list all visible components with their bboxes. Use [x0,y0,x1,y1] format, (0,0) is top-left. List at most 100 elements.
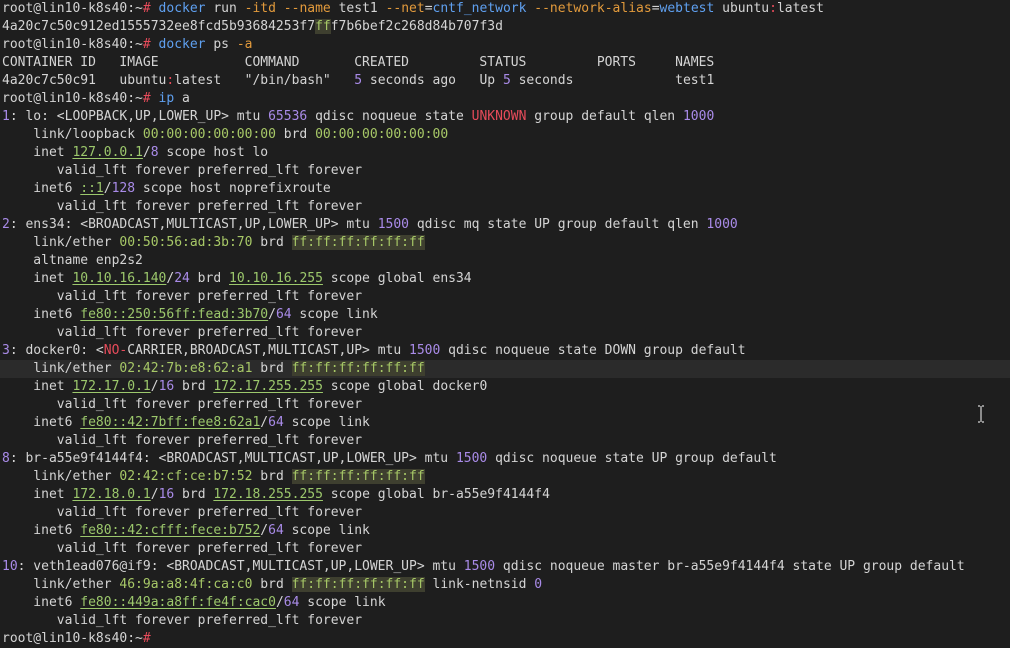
terminal-text: ff:ff:ff:ff:ff:ff [291,577,425,592]
i-beam-cursor-icon [978,405,984,423]
terminal-text: CARRIER,BROADCAST,MULTICAST,UP> mtu [127,343,409,358]
terminal-text: fe80::42:7bff:fee8:62a1 [80,415,261,430]
terminal-text: : ens34: <BROADCAST,MULTICAST,UP,LOWER_U… [9,217,378,232]
terminal-text: --name [283,1,331,16]
terminal-text: 172.18.0.1 [72,487,151,502]
terminal-text: 64 [268,523,284,538]
terminal-text: qdisc noqueue state UP group default [487,451,777,466]
terminal-text: 10.10.16.255 [229,271,323,286]
terminal-text: / [150,487,159,502]
terminal-text: seconds test1 [510,73,715,88]
prompt-line: root@lin10-k8s40:~# docker run -itd --na… [0,0,1010,18]
prompt-user-host: root@lin10-k8s40 [2,91,128,106]
output-line: 4a20c7c50c91 ubuntu:latest "/bin/bash" 5… [0,72,1010,90]
terminal-text: "/bin/bash" [244,73,331,88]
terminal-text: seconds ago Up [362,73,503,88]
terminal-text: inet [2,271,73,286]
output-line: inet 172.17.0.1/16 brd 172.17.255.255 sc… [0,378,1010,396]
terminal-text: qdisc noqueue state [307,109,472,124]
terminal-text: a [174,91,190,106]
terminal-output[interactable]: root@lin10-k8s40:~# docker run -itd --na… [0,0,1010,648]
terminal-text: scope link [291,307,378,322]
terminal-text: altname enp2s2 [2,253,143,268]
output-line: altname enp2s2 [0,252,1010,270]
terminal-text: 1000 [706,217,738,232]
terminal-text: fe80::449a:a8ff:fe4f:cac0 [80,595,276,610]
terminal-text: inet6 [2,181,81,196]
terminal-text: valid_lft forever preferred_lft forever [2,199,363,214]
terminal-text: link/loopback [2,127,143,142]
terminal-text: 127.0.0.1 [72,145,143,160]
terminal-text: brd [174,379,214,394]
terminal-text: valid_lft forever preferred_lft forever [2,505,363,520]
terminal-text: : docker0: < [9,343,104,358]
terminal-text: ff:ff:ff:ff:ff:ff [291,469,425,484]
prompt-path: :~ [127,37,143,52]
terminal-text: 16 [158,487,175,502]
output-line: inet 172.18.0.1/16 brd 172.18.255.255 sc… [0,486,1010,504]
terminal-text: valid_lft forever preferred_lft forever [2,613,363,628]
prompt-line: root@lin10-k8s40:~# ip a [0,90,1010,108]
terminal-text: 172.17.255.255 [213,379,323,394]
terminal-text: brd [252,361,292,376]
terminal-text: scope host lo [158,145,269,160]
terminal-text: 10 [2,559,18,574]
terminal-text: scope link [283,523,370,538]
terminal-text: qdisc noqueue state DOWN group default [440,343,746,358]
terminal-text: qdisc mq state UP group default qlen [409,217,707,232]
prompt-symbol: # [142,631,151,646]
prompt-symbol: # [142,91,151,106]
terminal-text: valid_lft forever preferred_lft forever [2,541,363,556]
prompt-user-host: root@lin10-k8s40 [2,37,128,52]
terminal-text: inet [2,379,73,394]
terminal-text: group default qlen [526,109,683,124]
terminal-text: inet6 [2,595,81,610]
prompt-path: :~ [127,1,143,16]
output-line: link/loopback 00:00:00:00:00:00 brd 00:0… [0,126,1010,144]
terminal-text: fe80::42:cfff:fece:b752 [80,523,261,538]
prompt-line: root@lin10-k8s40:~# docker ps -a [0,36,1010,54]
output-line: link/ether 46:9a:a8:4f:ca:c0 brd ff:ff:f… [0,576,1010,594]
output-line: valid_lft forever preferred_lft forever [0,432,1010,450]
terminal-text: valid_lft forever preferred_lft forever [2,397,363,412]
terminal-text: 8 [150,145,159,160]
output-line: valid_lft forever preferred_lft forever [0,540,1010,558]
prompt-symbol: # [142,1,151,16]
terminal-text: inet [2,145,73,160]
terminal-text: docker [158,1,206,16]
terminal-text: / [142,145,151,160]
terminal-text: link/ether [2,235,120,250]
output-line: CONTAINER ID IMAGE COMMAND CREATED STATU… [0,54,1010,72]
terminal-text: 00:50:56:ad:3b:70 [119,235,253,250]
terminal-text: 16 [158,379,175,394]
terminal-text: 00:00:00:00:00:00 [315,127,449,142]
terminal-text: cntf_network [432,1,527,16]
terminal-text: / [260,415,269,430]
terminal-text: 1500 [409,343,441,358]
terminal-text: 1500 [455,451,488,466]
output-line: 8: br-a55e9f4144f4: <BROADCAST,MULTICAST… [0,450,1010,468]
terminal-text: : veth1ead076@if9: <BROADCAST,MULTICAST,… [17,559,464,574]
terminal-text: 5 [354,73,363,88]
terminal-text: : lo: <LOOPBACK,UP,LOWER_UP> mtu [9,109,269,124]
terminal-text: webtest [659,1,715,16]
terminal-text: 4a20c7c50c91 ubuntu [2,73,167,88]
output-line: inet6 fe80::449a:a8ff:fe4f:cac0/64 scope… [0,594,1010,612]
terminal-text: ff:ff:ff:ff:ff:ff [291,235,425,250]
terminal-text: valid_lft forever preferred_lft forever [2,433,363,448]
terminal-text: ps [205,37,237,52]
terminal-text: -a [236,37,253,52]
terminal-text: 172.18.255.255 [213,487,323,502]
output-line: 4a20c7c50c912ed1555732ee8fcd5b93684253f7… [0,18,1010,36]
terminal-text: 10.10.16.140 [72,271,167,286]
terminal-text: docker [158,37,206,52]
terminal-text: / [150,379,159,394]
terminal-window[interactable]: root@lin10-k8s40:~# docker run -itd --na… [0,0,1010,648]
output-line: inet 127.0.0.1/8 scope host lo [0,144,1010,162]
terminal-text: / [260,523,269,538]
output-line: valid_lft forever preferred_lft forever [0,612,1010,630]
terminal-text: = [424,1,433,16]
output-line: 3: docker0: <NO-CARRIER,BROADCAST,MULTIC… [0,342,1010,360]
